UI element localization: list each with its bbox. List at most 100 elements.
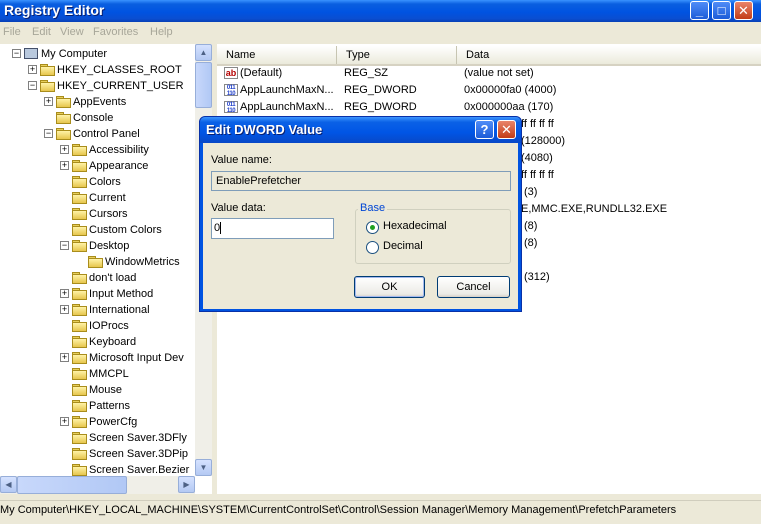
hexadecimal-label[interactable]: Hexadecimal bbox=[383, 220, 447, 232]
menu-file[interactable]: File bbox=[3, 26, 21, 38]
folder-icon bbox=[72, 304, 87, 316]
tree-node-label: Keyboard bbox=[89, 336, 137, 348]
binary-value-icon: 011 110 bbox=[224, 84, 238, 97]
dialog-title: Edit DWORD Value bbox=[206, 122, 323, 137]
tree-node-label: Cursors bbox=[89, 208, 128, 220]
string-value-icon: ab bbox=[224, 67, 238, 79]
folder-icon bbox=[40, 80, 55, 92]
folder-icon bbox=[72, 160, 87, 172]
value-data-label: Value data: bbox=[211, 202, 266, 214]
hexadecimal-radio[interactable] bbox=[366, 221, 379, 234]
tree-node-label: Current bbox=[89, 192, 126, 204]
menu-favorites[interactable]: Favorites bbox=[93, 26, 138, 38]
column-header-type[interactable]: Type bbox=[337, 46, 457, 64]
folder-icon bbox=[72, 320, 87, 332]
text-cursor bbox=[220, 222, 222, 235]
help-button[interactable]: ? bbox=[475, 120, 494, 139]
values-list-header: Name Type Data bbox=[217, 46, 761, 66]
expand-icon[interactable]: + bbox=[60, 353, 69, 362]
folder-icon bbox=[72, 384, 87, 396]
decimal-label[interactable]: Decimal bbox=[383, 240, 423, 252]
menu-view[interactable]: View bbox=[60, 26, 84, 38]
decimal-radio[interactable] bbox=[366, 241, 379, 254]
collapse-icon[interactable]: − bbox=[28, 81, 37, 90]
folder-icon bbox=[88, 256, 103, 268]
tree-node-label: PowerCfg bbox=[89, 416, 138, 428]
menu-bar: File Edit View Favorites Help bbox=[0, 22, 761, 42]
tree-node-label: Microsoft Input Dev bbox=[89, 352, 184, 364]
list-item[interactable]: 011 110 AppLaunchMaxN... REG_DWORD 0x0000… bbox=[217, 99, 761, 116]
tree-node-label: Input Method bbox=[89, 288, 154, 300]
tree-node-label: MMCPL bbox=[89, 368, 129, 380]
expand-icon[interactable]: + bbox=[60, 305, 69, 314]
expand-icon[interactable]: + bbox=[28, 65, 37, 74]
base-legend: Base bbox=[358, 202, 388, 214]
tree-node-label: AppEvents bbox=[73, 96, 127, 108]
scroll-up-arrow-icon[interactable]: ▲ bbox=[195, 44, 212, 61]
dialog-body: Value name: EnablePrefetcher Value data:… bbox=[203, 143, 518, 309]
value-data-input[interactable]: 0 bbox=[211, 218, 334, 239]
folder-icon bbox=[56, 128, 71, 140]
tree-node-label: International bbox=[89, 304, 150, 316]
tree-node-label: IOProcs bbox=[89, 320, 129, 332]
tree-node-label: Custom Colors bbox=[89, 224, 162, 236]
expand-icon[interactable]: + bbox=[60, 417, 69, 426]
expand-icon[interactable]: + bbox=[44, 97, 53, 106]
close-button[interactable]: ✕ bbox=[734, 1, 753, 20]
column-header-name[interactable]: Name bbox=[217, 46, 337, 64]
folder-icon bbox=[56, 96, 71, 108]
folder-icon bbox=[72, 400, 87, 412]
scroll-left-arrow-icon[interactable]: ◀ bbox=[0, 476, 17, 493]
tree-node-label: Control Panel bbox=[73, 128, 140, 140]
tree-vscroll-thumb[interactable] bbox=[195, 62, 212, 108]
tree-node-label: Accessibility bbox=[89, 144, 149, 156]
collapse-icon[interactable]: − bbox=[60, 241, 69, 250]
maximize-button[interactable]: □ bbox=[712, 1, 731, 20]
tree-hscroll-thumb[interactable] bbox=[17, 476, 127, 494]
column-header-data[interactable]: Data bbox=[457, 46, 747, 64]
registry-tree[interactable]: − My Computer + HKEY_CLASSES_ROOT − HKEY_CURR… bbox=[0, 44, 212, 494]
folder-icon bbox=[72, 352, 87, 364]
folder-icon bbox=[56, 112, 71, 124]
list-item[interactable]: 011 110 AppLaunchMaxN... REG_DWORD 0x0000… bbox=[217, 82, 761, 99]
status-path: My Computer\HKEY_LOCAL_MACHINE\SYSTEM\Cu… bbox=[0, 504, 677, 516]
tree-node-label: Mouse bbox=[89, 384, 123, 396]
expand-icon[interactable]: + bbox=[60, 161, 69, 170]
window-title: Registry Editor bbox=[4, 2, 105, 18]
tree-horizontal-scrollbar[interactable]: ◀ ▶ bbox=[0, 476, 195, 494]
minimize-button[interactable]: _ bbox=[690, 1, 709, 20]
tree-node-label: My Computer bbox=[41, 48, 108, 60]
binary-value-icon: 011 110 bbox=[224, 101, 238, 114]
expand-icon[interactable]: + bbox=[60, 289, 69, 298]
tree-node-label: Screen Saver.3DFly bbox=[89, 432, 187, 444]
tree-node-label: HKEY_CURRENT_USER bbox=[57, 80, 184, 92]
value-name-field: EnablePrefetcher bbox=[211, 171, 511, 191]
dialog-titlebar[interactable]: Edit DWORD Value ? ✕ bbox=[200, 117, 521, 143]
base-groupbox bbox=[355, 209, 511, 264]
list-item[interactable]: ab (Default) REG_SZ (value not set) bbox=[217, 65, 761, 82]
status-bar: My Computer\HKEY_LOCAL_MACHINE\SYSTEM\Cu… bbox=[0, 500, 761, 524]
window-titlebar[interactable]: Registry Editor _ □ ✕ bbox=[0, 0, 761, 22]
ok-button[interactable]: OK bbox=[354, 276, 425, 298]
menu-edit[interactable]: Edit bbox=[32, 26, 51, 38]
folder-icon bbox=[72, 272, 87, 284]
folder-icon bbox=[40, 64, 55, 76]
dialog-close-button[interactable]: ✕ bbox=[497, 120, 516, 139]
collapse-icon[interactable]: − bbox=[12, 49, 21, 58]
expand-icon[interactable]: + bbox=[60, 145, 69, 154]
menu-help[interactable]: Help bbox=[150, 26, 173, 38]
cancel-button[interactable]: Cancel bbox=[437, 276, 510, 298]
tree-node-label: Colors bbox=[89, 176, 121, 188]
tree-node-label: Desktop bbox=[89, 240, 130, 252]
folder-icon bbox=[72, 416, 87, 428]
folder-icon bbox=[72, 176, 87, 188]
scroll-right-arrow-icon[interactable]: ▶ bbox=[178, 476, 195, 493]
tree-node-label: Patterns bbox=[89, 400, 130, 412]
tree-node-label: don't load bbox=[89, 272, 137, 284]
computer-icon bbox=[24, 48, 38, 59]
folder-icon bbox=[72, 192, 87, 204]
value-name-label: Value name: bbox=[211, 154, 272, 166]
collapse-icon[interactable]: − bbox=[44, 129, 53, 138]
scroll-down-arrow-icon[interactable]: ▼ bbox=[195, 459, 212, 476]
tree-node-label: Appearance bbox=[89, 160, 149, 172]
